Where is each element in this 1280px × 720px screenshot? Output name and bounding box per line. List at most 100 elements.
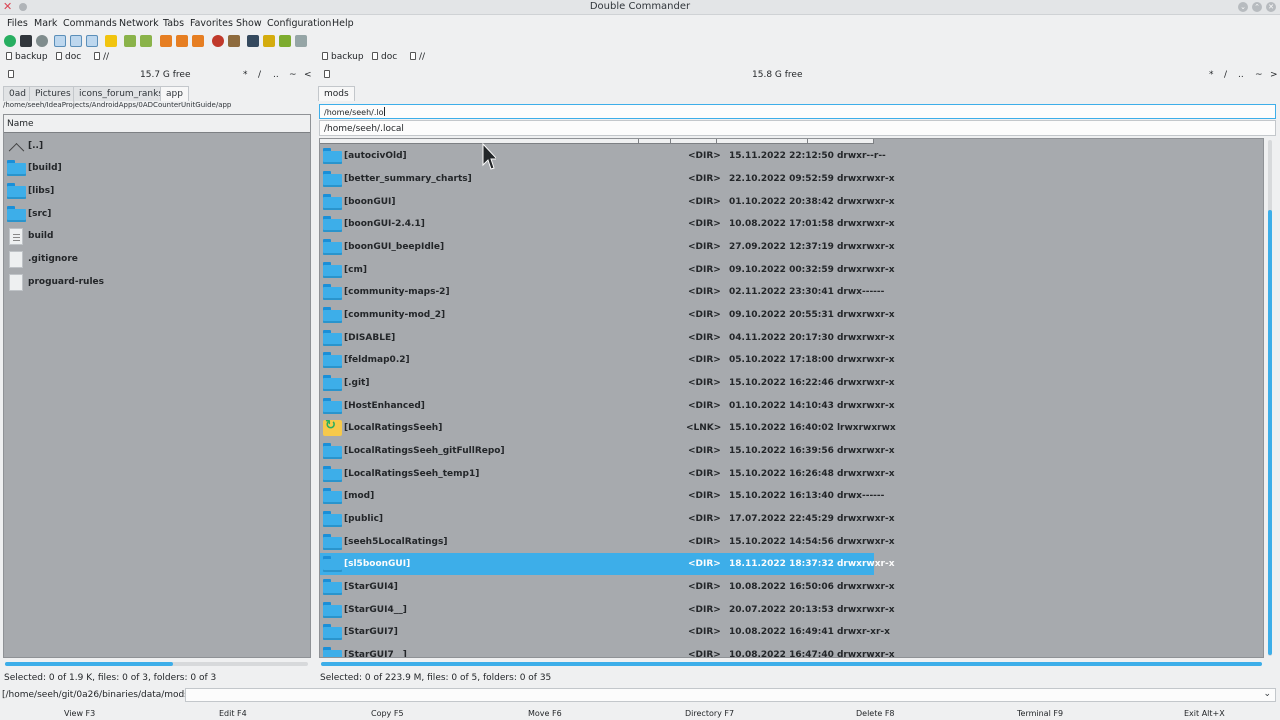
left-nav-slash[interactable]: / (258, 70, 261, 80)
list-item[interactable]: [build] (4, 157, 310, 179)
thumbnails-view-icon[interactable] (86, 35, 98, 47)
tab-mods[interactable]: mods (318, 86, 355, 101)
minimize-icon[interactable]: ⌄ (1238, 2, 1248, 12)
copy-path-icon[interactable] (295, 35, 307, 47)
copy-f5-button[interactable]: Copy F5 (371, 709, 404, 718)
pack-icon[interactable] (176, 35, 188, 47)
tab-pictures[interactable]: Pictures (29, 86, 77, 101)
left-drive-root[interactable]: // (94, 52, 109, 62)
table-row[interactable]: [.git] <DIR> 15.10.2022 16:22:46 drwxrwxr-… (320, 372, 895, 394)
table-row[interactable]: [boonGUI_beepIdle] <DIR> 27.09.2022 12:37:… (320, 236, 895, 258)
left-path[interactable]: /home/seeh/IdeaProjects/AndroidApps/0ADC… (3, 101, 310, 111)
menu-configuration[interactable]: Configuration (267, 18, 331, 29)
menu-commands[interactable]: Commands (63, 18, 117, 29)
search-files-icon[interactable] (36, 35, 48, 47)
right-drive-root[interactable]: // (410, 52, 425, 62)
right-drive-list-icon[interactable] (324, 70, 330, 80)
left-drive-list-icon[interactable] (8, 70, 14, 80)
columns-view-icon[interactable] (70, 35, 82, 47)
right-nav-swap[interactable]: > (1270, 70, 1278, 80)
list-item[interactable]: .gitignore (4, 248, 310, 270)
autocomplete-suggestion[interactable]: /home/seeh/.local (319, 120, 1276, 136)
left-nav-root[interactable]: * (243, 70, 248, 80)
table-row[interactable]: [community-mod_2] <DIR> 09.10.2022 20:55:3… (320, 304, 895, 326)
right-drive-backup[interactable]: backup (322, 52, 364, 62)
right-nav-parent[interactable]: .. (1238, 70, 1244, 80)
left-nav-parent[interactable]: .. (273, 70, 279, 80)
table-row[interactable]: [public] <DIR> 17.07.2022 22:45:29 drwxrwx… (320, 508, 895, 530)
left-drive-doc[interactable]: doc (56, 52, 81, 62)
unpack-icon[interactable] (192, 35, 204, 47)
table-row[interactable]: [StarGUI7__] <DIR> 10.08.2022 16:47:40 drw… (320, 644, 895, 657)
close-icon[interactable]: ✕ (1266, 2, 1276, 12)
table-row[interactable]: [StarGUI7] <DIR> 10.08.2022 16:49:41 drwxr… (320, 621, 890, 643)
exit-alt-x-button[interactable]: Exit Alt+X (1184, 709, 1225, 718)
table-row[interactable]: [feldmap0.2] <DIR> 05.10.2022 17:18:00 drw… (320, 349, 895, 371)
menu-tabs[interactable]: Tabs (163, 18, 184, 29)
scroll-thumb[interactable] (5, 662, 173, 666)
delete-f8-button[interactable]: Delete F8 (856, 709, 895, 718)
left-nav-home[interactable]: ~ (289, 70, 297, 80)
terminal-icon[interactable] (20, 35, 32, 47)
sync-dirs-icon[interactable] (124, 35, 136, 47)
right-nav-home[interactable]: ~ (1255, 70, 1263, 80)
table-row[interactable]: [boonGUI-2.4.1] <DIR> 10.08.2022 17:01:58 … (320, 213, 895, 235)
table-row[interactable]: [boonGUI] <DIR> 01.10.2022 20:38:42 drwxrw… (320, 191, 895, 213)
edit-icon[interactable] (263, 35, 275, 47)
table-row[interactable]: [DISABLE] <DIR> 04.11.2022 20:17:30 drwxrw… (320, 327, 895, 349)
refresh-icon[interactable] (4, 35, 16, 47)
menu-network[interactable]: Network (119, 18, 159, 29)
right-drive-doc[interactable]: doc (372, 52, 397, 62)
multi-rename-icon[interactable] (160, 35, 172, 47)
left-drive-backup[interactable]: backup (6, 52, 48, 62)
edit-f4-button[interactable]: Edit F4 (219, 709, 247, 718)
extract-icon[interactable] (228, 35, 240, 47)
menu-mark[interactable]: Mark (34, 18, 57, 29)
flat-view-icon[interactable] (105, 35, 117, 47)
table-row[interactable]: [community-maps-2] <DIR> 02.11.2022 23:30:… (320, 281, 884, 303)
scroll-thumb[interactable] (1268, 210, 1272, 655)
table-row[interactable]: [LocalRatingsSeeh_gitFullRepo] <DIR> 15.10… (320, 440, 895, 462)
menu-files[interactable]: Files (7, 18, 28, 29)
directory-f7-button[interactable]: Directory F7 (685, 709, 734, 718)
tab-app[interactable]: app (160, 86, 189, 101)
right-horizontal-scrollbar[interactable] (321, 662, 1262, 666)
chevron-down-icon[interactable]: ⌄ (1263, 689, 1271, 699)
view-f3-button[interactable]: View F3 (64, 709, 95, 718)
table-row[interactable]: [LocalRatingsSeeh_temp1] <DIR> 15.10.2022 … (320, 463, 895, 485)
table-row[interactable]: [LocalRatingsSeeh]<LNK>15.10.2022 16:40:… (320, 417, 896, 439)
menu-help[interactable]: Help (332, 18, 354, 29)
table-row[interactable]: [better_summary_charts] <DIR> 22.10.2022 0… (320, 168, 895, 190)
new-folder-icon[interactable] (279, 35, 291, 47)
command-input[interactable]: ⌄ (185, 688, 1276, 702)
tab-0ad[interactable]: 0ad (3, 86, 32, 101)
brief-view-icon[interactable] (54, 35, 66, 47)
table-row[interactable]: [seeh5LocalRatings] <DIR> 15.10.2022 14:54… (320, 531, 895, 553)
path-input[interactable]: /home/seeh/.lo (319, 104, 1276, 119)
table-row[interactable]: [autocivOld] <DIR> 15.11.2022 22:12:50 drw… (320, 145, 886, 167)
list-item[interactable]: [..] (4, 135, 310, 157)
terminal-f9-button[interactable]: Terminal F9 (1017, 709, 1063, 718)
scroll-thumb[interactable] (321, 662, 1262, 666)
left-horizontal-scrollbar[interactable] (5, 662, 308, 666)
menu-favorites[interactable]: Favorites (190, 18, 233, 29)
binoculars-icon[interactable] (247, 35, 259, 47)
list-item[interactable]: [src] (4, 203, 310, 225)
compare-dirs-icon[interactable] (140, 35, 152, 47)
archive-icon[interactable] (212, 35, 224, 47)
table-row[interactable]: [cm] <DIR> 09.10.2022 00:32:59 drwxrwxr-x (320, 259, 895, 281)
list-item[interactable]: build (4, 225, 310, 247)
table-row[interactable]: [mod] <DIR> 15.10.2022 16:13:40 drwx------ (320, 485, 884, 507)
table-row[interactable]: [StarGUI4__] <DIR> 20.07.2022 20:13:53 drw… (320, 599, 895, 621)
tab-icons-forum-ranks[interactable]: icons_forum_ranks (73, 86, 170, 101)
table-row[interactable]: [StarGUI4] <DIR> 10.08.2022 16:50:06 drwxr… (320, 576, 895, 598)
maximize-icon[interactable]: ⌃ (1252, 2, 1262, 12)
list-item[interactable]: [libs] (4, 180, 310, 202)
right-vertical-scrollbar[interactable] (1268, 140, 1272, 656)
column-header-name[interactable]: Name (4, 115, 310, 133)
left-nav-swap[interactable]: < (304, 70, 312, 80)
right-nav-slash[interactable]: / (1224, 70, 1227, 80)
move-f6-button[interactable]: Move F6 (528, 709, 562, 718)
table-row-selected[interactable]: [sl5boonGUI] <DIR> 18.11.2022 18:37:32 drw… (320, 553, 895, 575)
list-item[interactable]: proguard-rules (4, 271, 310, 293)
